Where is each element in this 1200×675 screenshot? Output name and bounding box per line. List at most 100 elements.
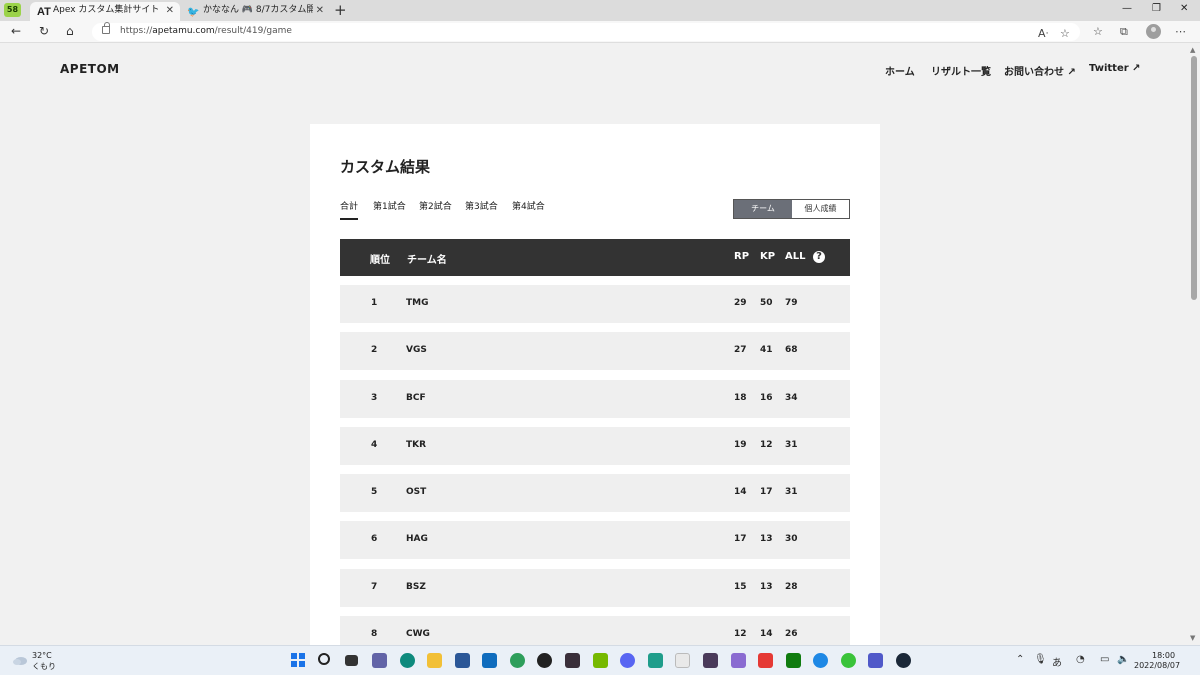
table-row[interactable]: 1 TMG 29 50 79: [340, 285, 850, 323]
table-row[interactable]: 6 HAG 17 13 30: [340, 521, 850, 559]
close-window-icon[interactable]: ✕: [1180, 3, 1188, 14]
tab-game-4[interactable]: 第4試合: [512, 199, 545, 218]
cell-all: 79: [785, 298, 798, 308]
app-icon[interactable]: [731, 653, 746, 668]
new-tab-button[interactable]: +: [334, 1, 347, 19]
collections-icon[interactable]: ⧉: [1120, 25, 1128, 39]
nav-twitter[interactable]: Twitter ↗: [1089, 63, 1141, 74]
profile-avatar[interactable]: [1146, 24, 1161, 39]
tab-total[interactable]: 合計: [340, 199, 359, 220]
app-icon[interactable]: [565, 653, 580, 668]
close-tab-icon[interactable]: ✕: [166, 2, 174, 19]
clock-date[interactable]: 2022/08/07: [1134, 661, 1180, 670]
app-icon[interactable]: [758, 653, 773, 668]
cell-rp: 12: [734, 629, 747, 639]
url-text: https://apetamu.com/result/419/game: [120, 26, 292, 36]
tab-twitter[interactable]: 🐦 かななん 🎮 8/7カスタム開催（6 ✕: [180, 2, 330, 21]
weather-temperature[interactable]: 32°C: [32, 651, 52, 660]
cell-rank: 8: [371, 629, 378, 639]
browser-tab-strip: 58 AT Apex カスタム集計サイト ✕ 🐦 かななん 🎮 8/7カスタム開…: [0, 0, 1200, 21]
view-toggle: チーム 個人成績: [733, 199, 850, 219]
table-row[interactable]: 3 BCF 18 16 34: [340, 380, 850, 418]
file-explorer-icon[interactable]: [427, 653, 442, 668]
cell-all: 30: [785, 534, 798, 544]
minimize-icon[interactable]: —: [1122, 3, 1132, 14]
refresh-icon[interactable]: ↻: [39, 24, 49, 38]
table-row[interactable]: 2 VGS 27 41 68: [340, 332, 850, 370]
home-icon[interactable]: ⌂: [66, 24, 74, 38]
team-view-button[interactable]: チーム: [734, 200, 792, 218]
app-tray-icon[interactable]: ◔: [1076, 654, 1085, 665]
windows-start-icon[interactable]: [291, 653, 306, 668]
store-icon[interactable]: [455, 653, 470, 668]
read-aloud-icon[interactable]: Aᐧ: [1038, 27, 1048, 40]
favorite-star-icon[interactable]: ☆: [1060, 27, 1070, 40]
weather-condition[interactable]: くもり: [32, 661, 56, 672]
table-row[interactable]: 7 BSZ 15 13 28: [340, 569, 850, 607]
clock-time[interactable]: 18:00: [1152, 651, 1175, 660]
tray-overflow-icon[interactable]: ⌃: [1016, 654, 1024, 665]
tab-apex-custom[interactable]: AT Apex カスタム集計サイト ✕: [30, 2, 180, 21]
tab-game-1[interactable]: 第1試合: [373, 199, 406, 218]
cell-all: 31: [785, 440, 798, 450]
ime-indicator[interactable]: あ: [1052, 654, 1062, 669]
scroll-thumb[interactable]: [1191, 56, 1197, 300]
app-icon[interactable]: [841, 653, 856, 668]
back-arrow-icon[interactable]: ←: [11, 24, 21, 38]
help-icon[interactable]: ?: [813, 251, 825, 263]
app-icon[interactable]: [537, 653, 552, 668]
app-icon[interactable]: [813, 653, 828, 668]
itunes-icon[interactable]: [675, 653, 690, 668]
header-team: チーム名: [407, 255, 447, 266]
nav-contact[interactable]: お問い合わせ ↗: [1004, 63, 1076, 78]
cloudy-weather-icon[interactable]: [12, 654, 28, 666]
site-logo[interactable]: APETOM: [60, 62, 120, 76]
scroll-down-icon[interactable]: ▼: [1190, 634, 1195, 642]
more-menu-icon[interactable]: ⋯: [1175, 25, 1186, 38]
chat-icon[interactable]: [372, 653, 387, 668]
search-icon[interactable]: [318, 653, 330, 665]
app-icon[interactable]: [510, 653, 525, 668]
cell-rp: 14: [734, 487, 747, 497]
steam-icon[interactable]: [896, 653, 911, 668]
discord-icon[interactable]: [620, 653, 635, 668]
microphone-icon[interactable]: 🎙: [1034, 654, 1047, 665]
teams-icon[interactable]: [868, 653, 883, 668]
nav-results[interactable]: リザルト一覧: [931, 63, 991, 78]
cell-team: TMG: [406, 298, 429, 308]
scroll-up-icon[interactable]: ▲: [1190, 46, 1195, 54]
results-card: カスタム結果 合計 第1試合 第2試合 第3試合 第4試合 チーム 個人成績 順…: [310, 124, 880, 664]
table-row[interactable]: 4 TKR 19 12 31: [340, 427, 850, 465]
favorites-list-icon[interactable]: ☆: [1093, 25, 1103, 38]
taskbar: 32°C くもり ⌃ 🎙 あ ◔ ▭ 🔈 18:00 2022/08/07: [0, 645, 1200, 675]
header-rp: RP: [734, 251, 750, 262]
address-bar-row: ← ↻ ⌂ https://apetamu.com/result/419/gam…: [0, 21, 1200, 43]
volume-icon[interactable]: 🔈: [1117, 654, 1129, 665]
app-icon[interactable]: [648, 653, 663, 668]
network-icon[interactable]: ▭: [1100, 654, 1109, 665]
cell-kp: 41: [760, 345, 773, 355]
tab-game-3[interactable]: 第3試合: [465, 199, 498, 218]
cell-all: 28: [785, 582, 798, 592]
cell-kp: 14: [760, 629, 773, 639]
nav-home[interactable]: ホーム: [885, 63, 915, 78]
mail-icon[interactable]: [482, 653, 497, 668]
xbox-icon[interactable]: [786, 653, 801, 668]
page-title: カスタム結果: [340, 158, 431, 176]
page-scrollbar[interactable]: ▲ ▼: [1188, 44, 1200, 645]
app-icon[interactable]: [703, 653, 718, 668]
restore-icon[interactable]: ❐: [1152, 3, 1161, 14]
table-row[interactable]: 5 OST 14 17 31: [340, 474, 850, 512]
cell-rp: 27: [734, 345, 747, 355]
nvidia-icon[interactable]: [593, 653, 608, 668]
task-view-icon[interactable]: [345, 655, 358, 666]
close-tab-icon[interactable]: ✕: [316, 2, 324, 19]
edge-browser-icon[interactable]: [400, 653, 415, 668]
individual-view-button[interactable]: 個人成績: [792, 200, 849, 218]
cell-team: BCF: [406, 393, 426, 403]
sidebar-app-icon[interactable]: 58: [4, 3, 21, 17]
tab-game-2[interactable]: 第2試合: [419, 199, 452, 218]
lock-icon[interactable]: [102, 22, 110, 34]
url-field[interactable]: https://apetamu.com/result/419/game Aᐧ ☆: [92, 22, 1080, 41]
cell-rank: 4: [371, 440, 378, 450]
